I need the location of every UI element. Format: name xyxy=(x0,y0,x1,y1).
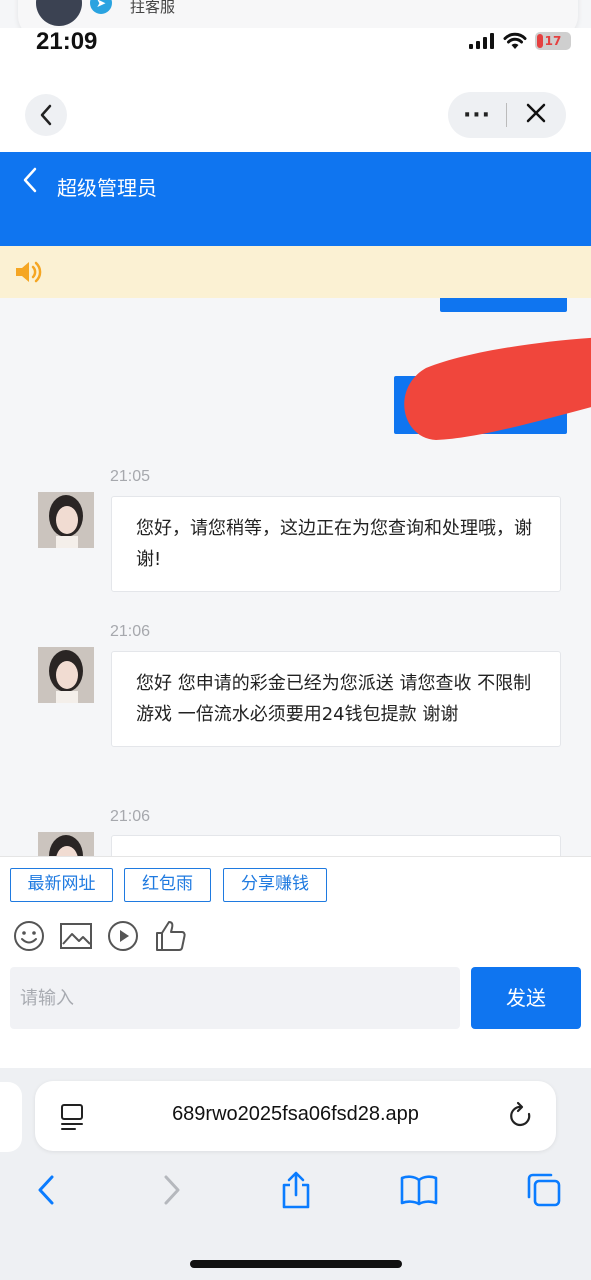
previous-tab-peek[interactable] xyxy=(0,1082,22,1152)
header-back-button[interactable] xyxy=(22,166,38,201)
emoji-icon[interactable] xyxy=(12,919,46,953)
received-message-bubble xyxy=(111,835,561,856)
thumbs-up-icon[interactable] xyxy=(154,919,188,953)
chat-header: 超级管理员 xyxy=(0,152,591,246)
chevron-left-icon xyxy=(23,167,37,193)
notice-bar[interactable] xyxy=(0,246,591,298)
wifi-icon xyxy=(503,32,527,49)
browser-actions-pill: ··· xyxy=(448,92,566,138)
image-icon[interactable] xyxy=(59,919,93,953)
browser-back-button[interactable] xyxy=(25,94,67,136)
message-timestamp: 21:06 xyxy=(110,808,151,825)
url-text: 689rwo2025fsa06fsd28.app xyxy=(172,1103,419,1125)
notification-text: 拄客服 xyxy=(130,0,176,16)
chevron-left-icon xyxy=(38,1175,54,1205)
close-icon xyxy=(526,103,546,123)
chat-messages[interactable]: 21:05 您好，请您稍等，这边正在为您查询和处理哦，谢谢! 21:06 您好 … xyxy=(0,298,591,856)
tabs-icon xyxy=(527,1173,561,1207)
quick-action-share-earn[interactable]: 分享赚钱 xyxy=(223,868,327,902)
quick-action-latest-url[interactable]: 最新网址 xyxy=(10,868,113,902)
status-bar: 21:09 17 xyxy=(0,28,591,60)
more-button[interactable]: ··· xyxy=(448,103,506,128)
composer: 最新网址 红包雨 分享赚钱 发送 xyxy=(0,856,591,1068)
status-time: 21:09 xyxy=(36,28,98,55)
book-icon xyxy=(400,1175,438,1206)
received-message-bubble: 您好 您申请的彩金已经为您派送 请您查收 不限制游戏 一倍流水必须要用24钱包提… xyxy=(111,651,561,747)
redaction-mark xyxy=(404,337,591,440)
sent-message-bubble xyxy=(440,298,567,312)
telegram-icon: ➤ xyxy=(90,0,112,14)
reload-icon[interactable] xyxy=(507,1101,535,1131)
video-icon[interactable] xyxy=(106,919,140,953)
received-message-bubble: 您好，请您稍等，这边正在为您查询和处理哦，谢谢! xyxy=(111,496,561,592)
status-icons: 17 xyxy=(469,32,571,50)
bookmarks-button[interactable] xyxy=(397,1168,441,1212)
send-button[interactable]: 发送 xyxy=(471,967,581,1029)
speaker-icon xyxy=(16,261,42,283)
message-timestamp: 21:06 xyxy=(110,623,151,640)
page-title: 超级管理员 xyxy=(57,176,157,200)
safari-toolbar: 689rwo2025fsa06fsd28.app xyxy=(0,1068,591,1280)
tabs-button[interactable] xyxy=(522,1168,566,1212)
share-button[interactable] xyxy=(274,1168,318,1212)
share-icon xyxy=(282,1171,310,1209)
chevron-left-icon xyxy=(40,104,52,126)
signal-icon xyxy=(469,33,494,49)
battery-icon: 17 xyxy=(535,32,571,50)
home-indicator xyxy=(190,1260,402,1268)
chevron-right-icon xyxy=(164,1175,180,1205)
avatar xyxy=(38,832,94,856)
quick-action-red-packet[interactable]: 红包雨 xyxy=(124,868,211,902)
address-bar[interactable]: 689rwo2025fsa06fsd28.app xyxy=(35,1081,556,1151)
notification-avatar xyxy=(36,0,82,26)
avatar xyxy=(38,647,94,703)
message-timestamp: 21:05 xyxy=(110,468,151,485)
close-button[interactable] xyxy=(507,100,565,130)
browser-top-bar: ··· xyxy=(0,60,591,152)
safari-nav-row xyxy=(0,1168,591,1218)
nav-back-button[interactable] xyxy=(24,1168,68,1212)
message-input[interactable] xyxy=(10,967,460,1029)
battery-level: 17 xyxy=(544,34,562,48)
avatar xyxy=(38,492,94,548)
nav-forward-button[interactable] xyxy=(150,1168,194,1212)
